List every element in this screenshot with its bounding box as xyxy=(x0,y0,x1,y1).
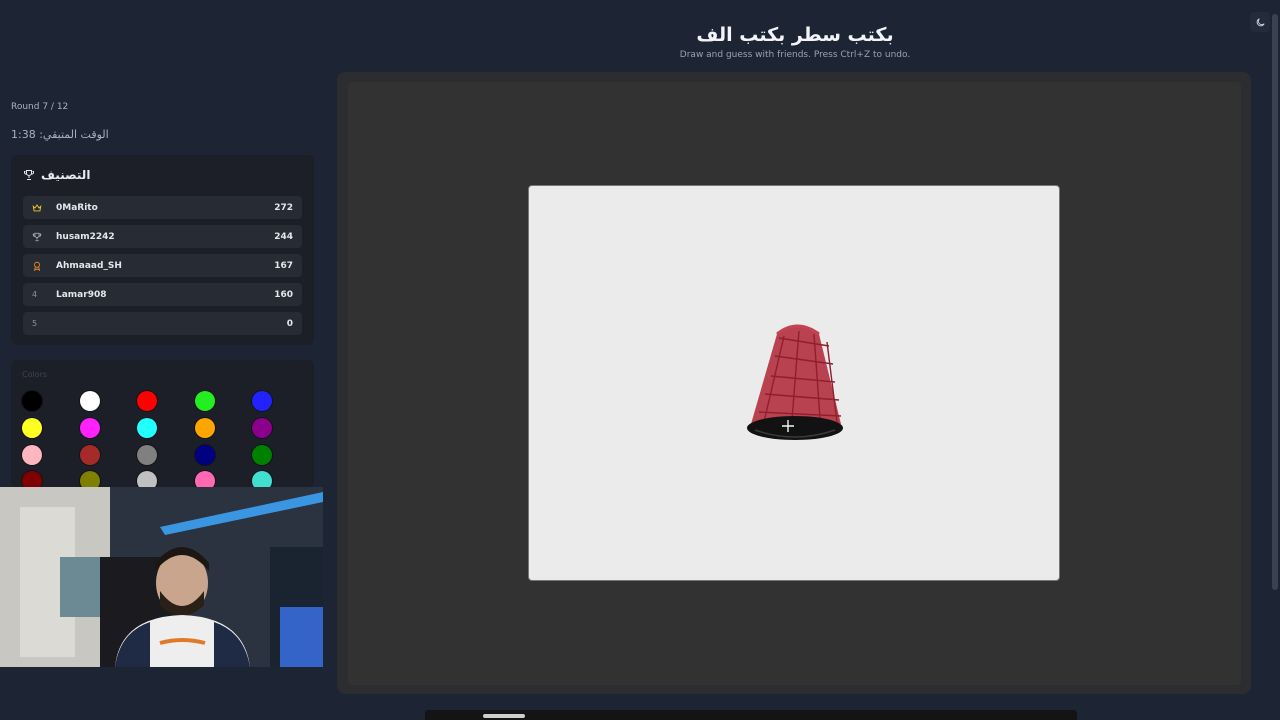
color-swatch[interactable] xyxy=(195,391,215,411)
trophy-icon xyxy=(32,232,42,241)
color-swatch[interactable] xyxy=(137,418,157,438)
ranking-row: Ahmaaad_SH 167 xyxy=(23,254,302,277)
player-rank: 4 xyxy=(32,290,38,299)
color-swatch[interactable] xyxy=(252,418,272,438)
moon-icon xyxy=(1256,17,1265,26)
color-swatch[interactable] xyxy=(80,418,100,438)
round-indicator: Round 7 / 12 xyxy=(11,102,69,112)
color-swatch[interactable] xyxy=(80,391,100,411)
color-swatch[interactable] xyxy=(252,445,272,465)
color-swatch[interactable] xyxy=(22,418,42,438)
player-score: 160 xyxy=(274,289,293,300)
player-name: husam2242 xyxy=(56,231,115,242)
ranking-row: 5 0 xyxy=(23,312,302,335)
webcam-video xyxy=(0,487,323,667)
medal-icon xyxy=(33,261,41,271)
player-score: 0 xyxy=(286,318,293,329)
player-rank: 5 xyxy=(32,319,38,328)
ranking-header: التصنيف xyxy=(23,168,90,182)
page-scrollbar[interactable] xyxy=(1272,14,1278,590)
theme-toggle-button[interactable] xyxy=(1250,12,1270,32)
ranking-panel: التصنيف 0MaRito 272 husam2242 244 Ahmaaa… xyxy=(11,155,314,345)
color-swatch[interactable] xyxy=(195,445,215,465)
crown-icon xyxy=(32,203,42,211)
player-name: Lamar908 xyxy=(56,289,107,300)
trophy-icon xyxy=(24,170,34,180)
player-score: 272 xyxy=(274,202,293,213)
bottom-toolbar-active-tab[interactable] xyxy=(483,714,525,718)
color-swatch[interactable] xyxy=(22,445,42,465)
ranking-row: husam2242 244 xyxy=(23,225,302,248)
player-score: 167 xyxy=(274,260,293,271)
player-score: 244 xyxy=(274,231,293,242)
drawing-canvas[interactable] xyxy=(528,185,1060,581)
color-swatch[interactable] xyxy=(195,418,215,438)
color-swatch[interactable] xyxy=(22,391,42,411)
player-name: 0MaRito xyxy=(56,202,98,213)
color-palette-panel: Colors xyxy=(11,360,314,491)
ranking-title: التصنيف xyxy=(41,168,91,182)
ranking-row: 0MaRito 272 xyxy=(23,196,302,219)
page-subtitle: Draw and guess with friends. Press Ctrl+… xyxy=(679,50,911,60)
color-swatch[interactable] xyxy=(137,445,157,465)
color-swatch[interactable] xyxy=(80,445,100,465)
color-swatch[interactable] xyxy=(137,391,157,411)
color-swatch[interactable] xyxy=(252,391,272,411)
colors-label: Colors xyxy=(22,370,48,379)
sketch-drawing xyxy=(747,324,843,440)
ranking-row: 4 Lamar908 160 xyxy=(23,283,302,306)
webcam-overlay xyxy=(0,487,323,667)
page-title: بكتب سطر بكتب الف xyxy=(696,24,894,46)
time-remaining: الوقت المتبقي: 1:38 xyxy=(11,128,109,141)
player-name: Ahmaaad_SH xyxy=(56,260,122,271)
